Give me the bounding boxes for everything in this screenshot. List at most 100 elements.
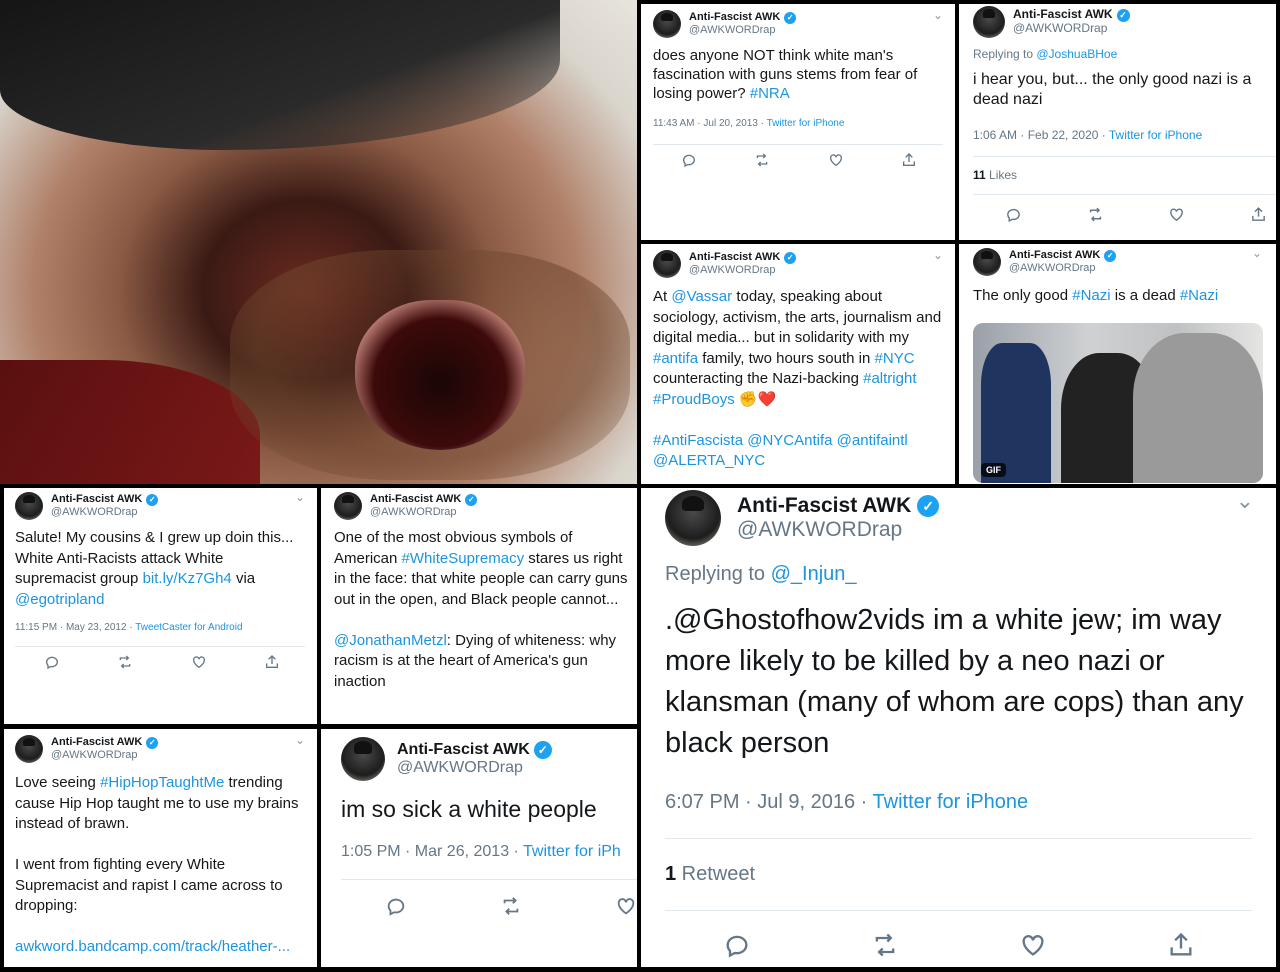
shortlink[interactable]: bit.ly/Kz7Gh4 — [143, 570, 232, 587]
tweet-card-white-jew: Anti-Fascist AWK ✓ @AWKWORDrap ⌄ Replying… — [641, 488, 1276, 967]
tweet-card-nra: Anti-Fascist AWK ✓ @AWKWORDrap ⌄ does any… — [641, 4, 955, 240]
gif-media[interactable]: GIF — [973, 323, 1263, 483]
hashtag-nazi[interactable]: #Nazi — [1072, 287, 1110, 304]
hashtag-antifa[interactable]: #antifa — [653, 350, 698, 367]
mention-antifaintl[interactable]: @antifaintl — [837, 432, 908, 449]
author-handle[interactable]: @AWKWORDrap — [370, 506, 477, 519]
verified-badge-icon: ✓ — [784, 11, 797, 24]
reply-icon[interactable] — [723, 931, 751, 959]
mention-vassar[interactable]: @Vassar — [671, 288, 732, 305]
author-handle[interactable]: @AWKWORDrap — [51, 749, 158, 762]
author-handle[interactable]: @AWKWORDrap — [1009, 262, 1116, 275]
avatar[interactable] — [973, 248, 1001, 276]
hashtag-nazi[interactable]: #Nazi — [1180, 287, 1218, 304]
chevron-down-icon[interactable]: ⌄ — [933, 248, 943, 262]
avatar[interactable] — [665, 490, 721, 546]
author-name[interactable]: Anti-Fascist AWK — [1009, 249, 1100, 262]
hashtag-antifascista[interactable]: #AntiFascista — [653, 432, 743, 449]
open-mouth — [355, 300, 525, 450]
hashtag-whitesupremacy[interactable]: #WhiteSupremacy — [402, 550, 525, 567]
tweet-source[interactable]: Twitter for iPhone — [767, 118, 845, 129]
hashtag-hiphoptaughtme[interactable]: #HipHopTaughtMe — [100, 774, 224, 791]
tweet-meta: 1:06 AM · Feb 22, 2020 · Twitter for iPh… — [973, 128, 1202, 142]
tweet-source[interactable]: TweetCaster for Android — [135, 622, 242, 633]
verified-badge-icon: ✓ — [1116, 8, 1130, 22]
mention-jonathanmetzl[interactable]: @JonathanMetzl — [334, 632, 447, 649]
retweet-icon[interactable] — [754, 152, 770, 168]
like-icon[interactable] — [615, 895, 637, 917]
timestamp[interactable]: 6:07 PM · Jul 9, 2016 · — [665, 791, 873, 813]
reply-to-link[interactable]: @JoshuaBHoe — [1036, 47, 1117, 61]
chevron-down-icon[interactable]: ⌄ — [295, 490, 305, 504]
avatar[interactable] — [334, 492, 362, 520]
author-name[interactable]: Anti-Fascist AWK — [737, 494, 911, 518]
author-handle[interactable]: @AWKWORDrap — [689, 24, 796, 37]
bandcamp-link[interactable]: awkword.bandcamp.com/track/heather-... — [15, 938, 290, 955]
avatar[interactable] — [653, 250, 681, 278]
reply-context: Replying to @_Injun_ — [665, 563, 857, 585]
chevron-down-icon[interactable]: ⌄ — [933, 8, 943, 22]
retweets-count[interactable]: 1 Retweet — [665, 863, 755, 886]
tweet-card-white-supremacy: Anti-Fascist AWK ✓ @AWKWORDrap One of the… — [321, 488, 637, 724]
reply-to-link[interactable]: @_Injun_ — [771, 563, 857, 585]
reply-icon[interactable] — [681, 152, 697, 168]
timestamp[interactable]: 1:06 AM · Feb 22, 2020 · — [973, 128, 1109, 142]
author-name[interactable]: Anti-Fascist AWK — [51, 493, 142, 506]
avatar[interactable] — [15, 492, 43, 520]
tweet-source[interactable]: Twitter for iPhone — [873, 791, 1029, 813]
author-name[interactable]: Anti-Fascist AWK — [397, 741, 530, 759]
divider — [665, 910, 1252, 911]
likes-count[interactable]: 11 Likes — [973, 168, 1017, 182]
mention-nycantifa[interactable]: @NYCAntifa — [747, 432, 832, 449]
tweet-source[interactable]: Twitter for iPhone — [1109, 128, 1202, 142]
mention-egotripland[interactable]: @egotripland — [15, 591, 104, 608]
reply-icon[interactable] — [385, 895, 407, 917]
author-handle[interactable]: @AWKWORDrap — [397, 759, 552, 777]
retweet-icon[interactable] — [1087, 206, 1104, 223]
hashtag-nyc[interactable]: #NYC — [875, 350, 915, 367]
red-shirt — [0, 360, 260, 484]
hashtag-proudboys[interactable]: #ProudBoys — [653, 391, 735, 408]
mention-alerta-nyc[interactable]: @ALERTA_NYC — [653, 452, 765, 469]
author-handle[interactable]: @AWKWORDrap — [51, 506, 158, 519]
retweet-icon[interactable] — [500, 895, 522, 917]
share-icon[interactable] — [264, 654, 280, 670]
hashtag-nra[interactable]: #NRA — [750, 85, 790, 102]
avatar[interactable] — [653, 10, 681, 38]
author-handle[interactable]: @AWKWORDrap — [737, 518, 939, 542]
divider — [341, 879, 637, 880]
like-icon[interactable] — [1168, 206, 1185, 223]
share-icon[interactable] — [1167, 931, 1195, 959]
timestamp[interactable]: 1:05 PM · Mar 26, 2013 · — [341, 843, 523, 860]
tweet-text: One of the most obvious symbols of Ameri… — [334, 529, 628, 690]
share-icon[interactable] — [901, 152, 917, 168]
author-name[interactable]: Anti-Fascist AWK — [689, 11, 780, 24]
reply-icon[interactable] — [1005, 206, 1022, 223]
author-name[interactable]: Anti-Fascist AWK — [51, 736, 142, 749]
author-name[interactable]: Anti-Fascist AWK — [1013, 7, 1113, 22]
author-name[interactable]: Anti-Fascist AWK — [370, 493, 461, 506]
author-handle[interactable]: @AWKWORDrap — [1013, 21, 1130, 36]
chevron-down-icon[interactable]: ⌄ — [295, 733, 305, 747]
like-icon[interactable] — [828, 152, 844, 168]
reply-icon[interactable] — [44, 654, 60, 670]
timestamp[interactable]: 11:15 PM · May 23, 2012 · — [15, 622, 135, 633]
beanie-hat — [0, 0, 560, 150]
retweet-icon[interactable] — [117, 654, 133, 670]
avatar[interactable] — [341, 737, 385, 781]
chevron-down-icon[interactable]: ⌄ — [1252, 246, 1262, 260]
timestamp[interactable]: 11:43 AM · Jul 20, 2013 · — [653, 118, 767, 129]
hashtag-altright[interactable]: #altright — [863, 370, 916, 387]
author-name[interactable]: Anti-Fascist AWK — [689, 251, 780, 264]
tweet-source[interactable]: Twitter for iPh — [523, 843, 621, 860]
tweet-text: The only good #Nazi is a dead #Nazi — [973, 287, 1219, 304]
share-icon[interactable] — [1250, 206, 1267, 223]
like-icon[interactable] — [191, 654, 207, 670]
avatar[interactable] — [15, 735, 43, 763]
retweet-icon[interactable] — [871, 931, 899, 959]
divider — [973, 156, 1276, 157]
author-handle[interactable]: @AWKWORDrap — [689, 264, 796, 277]
avatar[interactable] — [973, 6, 1005, 38]
like-icon[interactable] — [1019, 931, 1047, 959]
chevron-down-icon[interactable]: ⌄ — [1236, 488, 1254, 514]
